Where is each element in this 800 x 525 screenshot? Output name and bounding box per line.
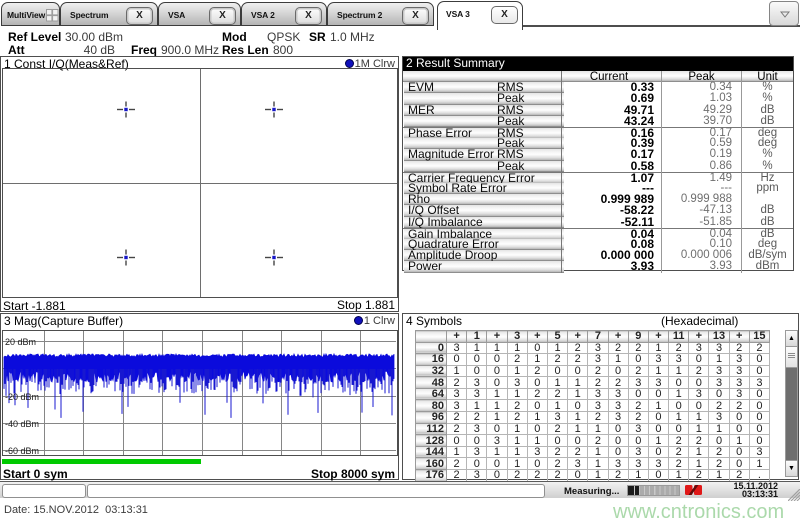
svg-text:-60 dBm: -60 dBm — [5, 446, 39, 456]
svg-text:-20 dBm: -20 dBm — [5, 392, 39, 402]
svg-text:-40 dBm: -40 dBm — [5, 419, 39, 429]
svg-text:20 dBm: 20 dBm — [5, 337, 36, 347]
